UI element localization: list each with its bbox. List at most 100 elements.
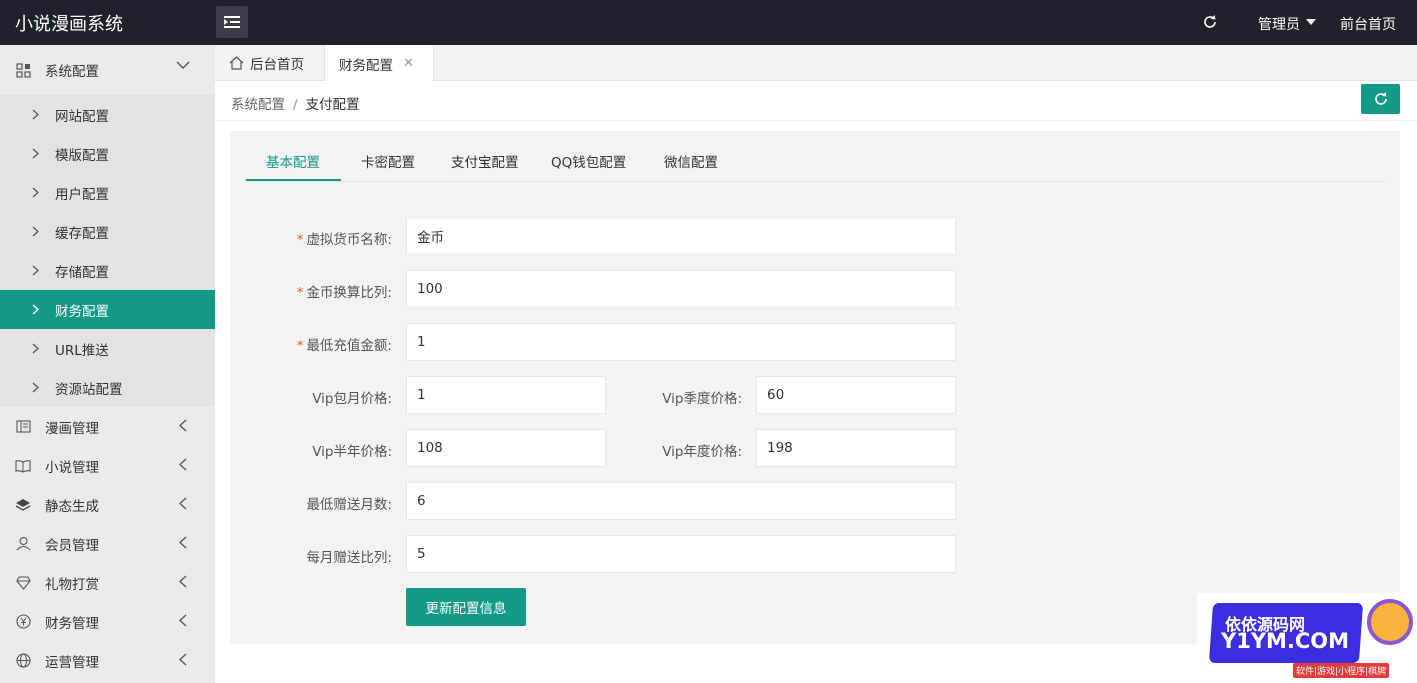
sidebar-item-label: URL推送: [55, 342, 109, 359]
vip-month-input[interactable]: 1: [406, 376, 606, 414]
min-gift-months-label: 最低赠送月数:: [306, 497, 392, 513]
user-icon: [15, 536, 31, 552]
watermark-line3: 软件|游戏|小程序|棋牌: [1293, 663, 1390, 678]
sidebar-group-label: 财务管理: [45, 615, 99, 632]
sidebar-group-label: 会员管理: [45, 537, 99, 554]
chevron-left-icon: [179, 575, 187, 592]
vip-quarter-input[interactable]: 60: [756, 376, 956, 414]
currency-name-input[interactable]: 金币: [406, 217, 956, 255]
sidebar-group-operations[interactable]: 运营管理: [0, 641, 215, 680]
sidebar-group-member[interactable]: 会员管理: [0, 524, 215, 563]
vip-half-year-input[interactable]: 108: [406, 429, 606, 467]
sidebar-group-comic[interactable]: 漫画管理: [0, 407, 215, 446]
chevron-left-icon: [179, 458, 187, 475]
tab-finance-config[interactable]: 财务配置 ✕: [324, 45, 434, 82]
sidebar-item-label: 存储配置: [55, 264, 109, 281]
sidebar-group-static[interactable]: 静态生成: [0, 485, 215, 524]
sidebar-group-novel[interactable]: 小说管理: [0, 446, 215, 485]
sidebar-group-gift[interactable]: 礼物打赏: [0, 563, 215, 602]
chevron-left-icon: [179, 419, 187, 436]
sidebar-item-finance-config[interactable]: 财务配置: [0, 290, 215, 329]
subtab-basic[interactable]: 基本配置: [266, 151, 320, 171]
chevron-right-icon: [32, 109, 39, 120]
sidebar-submenu: 网站配置 模版配置 用户配置 缓存配置 存储配置 财务配置 URL推送 资源站配…: [0, 95, 215, 407]
refresh-icon-button[interactable]: [1200, 12, 1220, 32]
app-brand: 小说漫画系统: [15, 14, 123, 35]
exchange-ratio-input[interactable]: 100: [406, 270, 956, 308]
label-text: 最低充值金额:: [306, 338, 392, 354]
label-text: 虚拟货币名称:: [306, 232, 392, 248]
sidebar-item-template-config[interactable]: 模版配置: [0, 134, 215, 173]
globe-icon: [15, 653, 31, 669]
sidebar-group-label: 运营管理: [45, 654, 99, 671]
tab-label: 财务配置: [339, 57, 393, 74]
sidebar-item-label: 模版配置: [55, 147, 109, 164]
label-text: 金币换算比列:: [306, 285, 392, 301]
sidebar-item-label: 资源站配置: [55, 381, 123, 398]
tab-label: 后台首页: [250, 57, 304, 73]
vip-year-input[interactable]: 198: [756, 429, 956, 467]
breadcrumb-parent[interactable]: 系统配置: [231, 97, 285, 113]
exchange-ratio-label: * 金币换算比列:: [270, 281, 392, 301]
currency-name-label: * 虚拟货币名称:: [270, 228, 392, 248]
chevron-left-icon: [179, 497, 187, 514]
min-gift-months-input[interactable]: 6: [406, 482, 956, 520]
sidebar-item-label: 财务配置: [55, 303, 109, 320]
monthly-gift-ratio-label: 每月赠送比列:: [306, 550, 392, 566]
close-icon[interactable]: ✕: [403, 56, 414, 71]
update-config-button[interactable]: 更新配置信息: [406, 588, 526, 626]
admin-dropdown[interactable]: 管理员: [1258, 14, 1316, 34]
caret-down-icon: [1306, 19, 1316, 25]
sidebar-item-resource-config[interactable]: 资源站配置: [0, 368, 215, 407]
subtab-alipay[interactable]: 支付宝配置: [451, 151, 519, 171]
menu-fold-icon: [224, 16, 240, 28]
monthly-gift-ratio-input[interactable]: 5: [406, 535, 956, 573]
layers-icon: [15, 497, 31, 513]
breadcrumb-current: 支付配置: [305, 97, 360, 113]
sidebar-item-storage-config[interactable]: 存储配置: [0, 251, 215, 290]
home-icon: [229, 56, 244, 70]
watermark-line2: Y1YM.COM: [1221, 629, 1350, 653]
min-recharge-input[interactable]: 1: [406, 323, 956, 361]
sidebar-item-url-push[interactable]: URL推送: [0, 329, 215, 368]
subtab-active-indicator: [246, 179, 341, 181]
sidebar-item-cache-config[interactable]: 缓存配置: [0, 212, 215, 251]
subtab-qq-wallet[interactable]: QQ钱包配置: [551, 151, 626, 171]
sidebar-group-system-config[interactable]: 系统配置: [0, 45, 215, 95]
chevron-right-icon: [32, 187, 39, 198]
chevron-right-icon: [32, 382, 39, 393]
breadcrumb: 系统配置 / 支付配置: [231, 93, 360, 113]
refresh-icon: [1204, 15, 1216, 28]
subtab-card[interactable]: 卡密配置: [361, 151, 415, 171]
vip-month-label: Vip包月价格:: [312, 391, 392, 407]
sidebar-group-label: 小说管理: [45, 459, 99, 476]
required-mark: *: [296, 338, 304, 354]
open-book-icon: [15, 458, 31, 474]
refresh-button[interactable]: [1361, 84, 1400, 114]
sidebar: 系统配置 网站配置 模版配置 用户配置 缓存配置 存储配置 财务配置 URL推送…: [0, 45, 215, 683]
chevron-down-icon: [176, 58, 190, 74]
diamond-icon: [15, 575, 31, 591]
required-mark: *: [296, 285, 304, 301]
vip-quarter-label: Vip季度价格:: [662, 391, 742, 407]
frontpage-link[interactable]: 前台首页: [1340, 14, 1396, 34]
admin-label: 管理员: [1258, 17, 1300, 33]
sidebar-item-label: 缓存配置: [55, 225, 109, 242]
watermark-logo: 依依源码网 Y1YM.COM 软件|游戏|小程序|棋牌: [1197, 593, 1417, 683]
chevron-right-icon: [32, 304, 39, 315]
vip-year-label: Vip年度价格:: [662, 444, 742, 460]
chevron-left-icon: [179, 536, 187, 553]
yen-icon: [15, 614, 31, 630]
menu-toggle-button[interactable]: [216, 6, 248, 38]
required-mark: *: [296, 232, 304, 248]
sidebar-item-label: 用户配置: [55, 186, 109, 203]
config-subtabs: 基本配置 卡密配置 支付宝配置 QQ钱包配置 微信配置: [246, 131, 1385, 182]
sidebar-item-site-config[interactable]: 网站配置: [0, 95, 215, 134]
comic-book-icon: [15, 419, 31, 435]
sidebar-group-finance[interactable]: 财务管理: [0, 602, 215, 641]
subtab-wechat[interactable]: 微信配置: [664, 151, 718, 171]
apps-icon: [15, 62, 31, 78]
sidebar-item-user-config[interactable]: 用户配置: [0, 173, 215, 212]
tab-home[interactable]: 后台首页: [215, 45, 323, 81]
breadcrumb-separator: /: [293, 97, 298, 113]
